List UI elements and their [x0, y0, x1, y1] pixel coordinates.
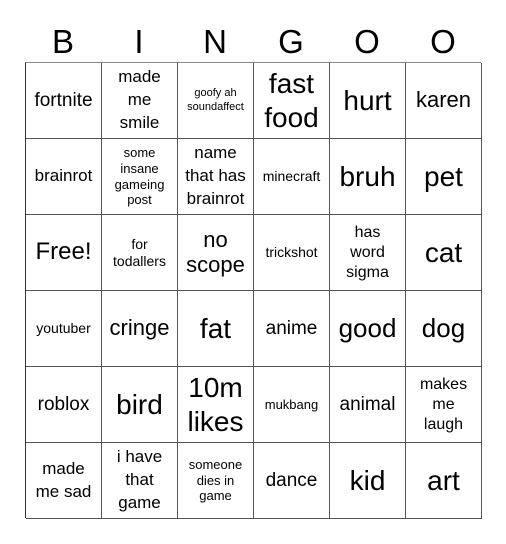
bingo-cell[interactable]: youtuber: [26, 291, 102, 367]
bingo-header: B I N G O O: [25, 22, 481, 62]
bingo-cell[interactable]: made me smile: [102, 63, 178, 139]
bingo-cell[interactable]: animal: [330, 367, 406, 443]
header-letter-n: N: [203, 23, 227, 60]
bingo-cell[interactable]: roblox: [26, 367, 102, 443]
cell-text: anime: [265, 317, 318, 339]
bingo-cell[interactable]: good: [330, 291, 406, 367]
bingo-cell[interactable]: fortnite: [26, 63, 102, 139]
bingo-cell[interactable]: dog: [406, 291, 482, 367]
cell-text: bruh: [339, 160, 396, 192]
header-letter-i: I: [134, 23, 144, 60]
cell-text: dance: [265, 469, 318, 491]
bingo-cell[interactable]: dance: [254, 443, 330, 519]
header-letter-g: G: [278, 23, 304, 60]
bingo-cell[interactable]: karen: [406, 63, 482, 139]
bingo-cell[interactable]: pet: [406, 139, 482, 215]
cell-text: dog: [421, 313, 466, 344]
bingo-cell[interactable]: cringe: [102, 291, 178, 367]
cell-text: bird: [116, 388, 163, 420]
header-letter-o: O: [354, 23, 380, 60]
header-letter-o2: O: [430, 23, 456, 60]
bingo-cell[interactable]: has word sigma: [330, 215, 406, 291]
cell-text: made me smile: [118, 67, 161, 132]
bingo-cell[interactable]: trickshot: [254, 215, 330, 291]
bingo-grid: fortnite made me smile goofy ah soundaff…: [25, 62, 482, 519]
bingo-cell[interactable]: for todallers: [102, 215, 178, 291]
cell-text: brainrot: [34, 166, 93, 186]
bingo-cell[interactable]: mukbang: [254, 367, 330, 443]
bingo-cell[interactable]: fast food: [254, 63, 330, 139]
bingo-cell[interactable]: made me sad: [26, 443, 102, 519]
cell-text: 10m likes: [187, 371, 244, 437]
free-space-cell[interactable]: Free!: [26, 215, 102, 291]
bingo-cell[interactable]: hurt: [330, 63, 406, 139]
cell-text: goofy ah soundaffect: [187, 87, 244, 113]
bingo-cell[interactable]: someone dies in game: [178, 443, 254, 519]
bingo-cell[interactable]: i have that game: [102, 443, 178, 519]
header-letter-b: B: [51, 23, 74, 60]
cell-text: cat: [424, 236, 463, 268]
bingo-cell[interactable]: kid: [330, 443, 406, 519]
cell-text: karen: [415, 87, 472, 113]
cell-text: good: [338, 313, 397, 344]
cell-text: no scope: [186, 227, 245, 277]
bingo-cell[interactable]: minecraft: [254, 139, 330, 215]
cell-text: art: [427, 464, 460, 496]
bingo-cell[interactable]: bruh: [330, 139, 406, 215]
cell-text: minecraft: [262, 168, 321, 185]
cell-text: makes me laugh: [419, 375, 468, 433]
bingo-cell[interactable]: art: [406, 443, 482, 519]
bingo-cell[interactable]: makes me laugh: [406, 367, 482, 443]
cell-text: fast food: [264, 67, 319, 133]
cell-text: has word sigma: [346, 223, 389, 281]
cell-text: hurt: [343, 84, 392, 116]
bingo-cell[interactable]: fat: [178, 291, 254, 367]
bingo-cell[interactable]: some insane gameing post: [102, 139, 178, 215]
free-space-text: Free!: [35, 238, 92, 266]
cell-text: cringe: [109, 315, 170, 341]
bingo-cell[interactable]: name that has brainrot: [178, 139, 254, 215]
cell-text: someone dies in game: [188, 457, 243, 504]
cell-text: roblox: [37, 393, 90, 415]
cell-text: for todallers: [113, 235, 166, 269]
cell-text: mukbang: [264, 396, 319, 412]
cell-text: trickshot: [265, 244, 318, 261]
cell-text: some insane gameing post: [114, 145, 165, 208]
cell-text: name that has brainrot: [185, 143, 246, 208]
cell-text: pet: [424, 160, 463, 192]
bingo-cell[interactable]: cat: [406, 215, 482, 291]
cell-text: youtuber: [36, 320, 91, 337]
bingo-cell[interactable]: goofy ah soundaffect: [178, 63, 254, 139]
bingo-cell[interactable]: anime: [254, 291, 330, 367]
cell-text: kid: [349, 464, 386, 496]
bingo-cell[interactable]: brainrot: [26, 139, 102, 215]
cell-text: animal: [339, 393, 396, 415]
cell-text: fortnite: [34, 89, 93, 111]
bingo-cell[interactable]: 10m likes: [178, 367, 254, 443]
cell-text: made me sad: [35, 458, 92, 501]
bingo-cell[interactable]: bird: [102, 367, 178, 443]
bingo-cell[interactable]: no scope: [178, 215, 254, 291]
cell-text: i have that game: [116, 447, 163, 512]
cell-text: fat: [199, 312, 232, 344]
